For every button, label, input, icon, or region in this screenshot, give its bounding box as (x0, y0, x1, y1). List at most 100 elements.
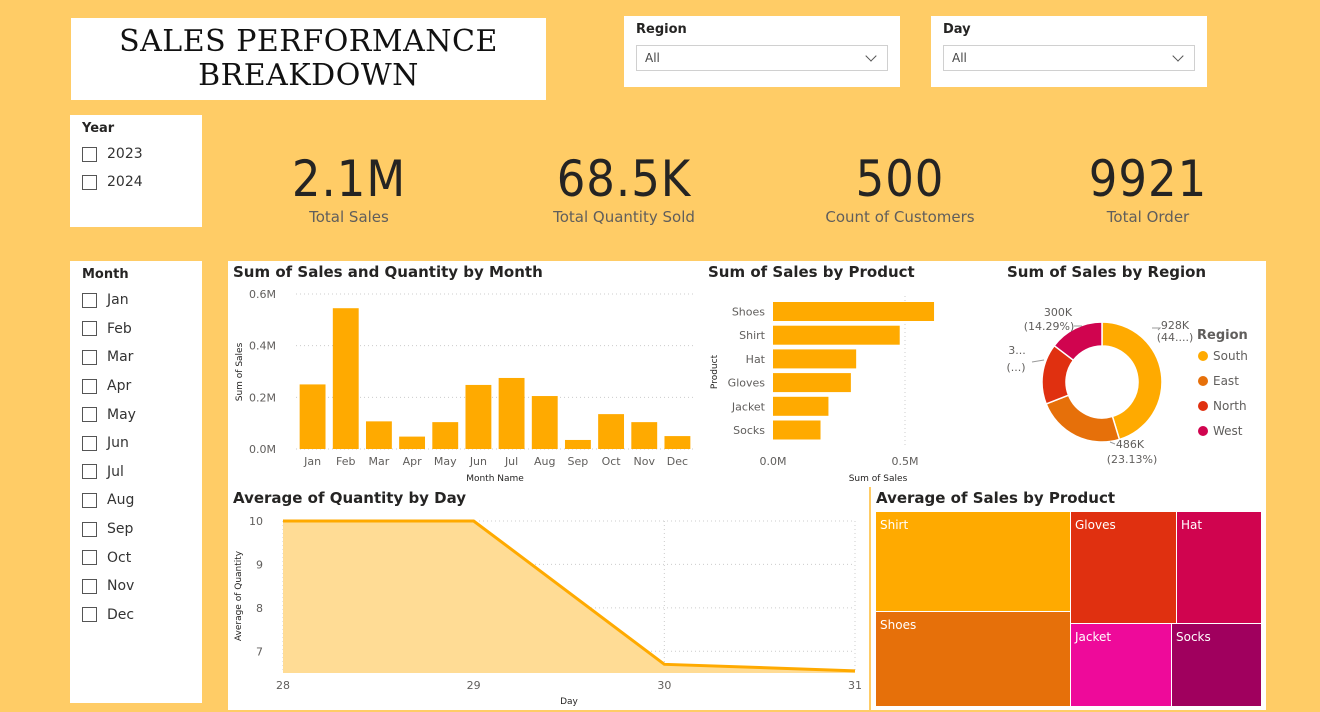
bar-shoes (773, 302, 935, 321)
region-dropdown-value: All (645, 51, 660, 65)
month-chart-title: Sum of Sales and Quantity by Month (233, 263, 543, 281)
checkbox[interactable] (82, 349, 97, 365)
x-tick-label: Dec (667, 455, 688, 468)
kpi-value: 68.5K (556, 150, 692, 208)
kpi-total-order: 9921 Total Order (1073, 148, 1223, 226)
checkbox[interactable] (82, 435, 97, 451)
y-tick-label: 8 (256, 602, 263, 615)
checkbox[interactable] (82, 492, 97, 508)
month-option-jan[interactable]: Jan (82, 286, 190, 315)
bar-jun (465, 384, 492, 449)
y-tick-label: Gloves (728, 377, 766, 390)
checkbox[interactable] (82, 321, 97, 337)
month-option-may[interactable]: May (82, 400, 190, 429)
region-chart-title: Sum of Sales by Region (1007, 263, 1207, 281)
y-tick-label: 0.0M (249, 443, 276, 456)
x-tick-label: Mar (369, 455, 390, 468)
x-tick-label: Oct (602, 455, 622, 468)
bar-oct (598, 414, 625, 449)
y-axis-label: Product (710, 354, 720, 389)
donut-data-label: (23.13%) (1107, 453, 1158, 466)
checkbox[interactable] (82, 578, 97, 594)
bar-nov (631, 422, 658, 449)
product-chart-title: Sum of Sales by Product (708, 263, 915, 281)
legend-marker-west (1198, 426, 1208, 436)
month-option-mar[interactable]: Mar (82, 343, 190, 372)
region-slicer-label: Region (636, 22, 687, 37)
x-tick-label: Jan (303, 455, 321, 468)
chevron-down-icon (865, 50, 877, 62)
donut-slice-east (1045, 394, 1121, 443)
y-tick-label: Shirt (739, 329, 766, 342)
treemap-label-jacket: Jacket (1074, 630, 1111, 644)
region-dropdown[interactable]: All (636, 45, 888, 71)
y-tick-label: 0.4M (249, 340, 276, 353)
kpi-caption: Total Sales (309, 208, 389, 226)
bar-feb (332, 308, 359, 449)
dashboard-title: SALES PERFORMANCE BREAKDOWN (119, 24, 498, 93)
region-slicer: Region All (624, 16, 900, 87)
month-option-feb[interactable]: Feb (82, 315, 190, 344)
checkbox[interactable] (82, 146, 97, 162)
x-tick-label: 0.5M (892, 455, 919, 468)
checkbox[interactable] (82, 550, 97, 566)
month-option-jun[interactable]: Jun (82, 429, 190, 458)
x-axis-label: Month Name (466, 474, 524, 484)
x-axis-label: Sum of Sales (849, 474, 908, 484)
kpi-customer-count: 500 Count of Customers (820, 148, 980, 226)
treemap-label-socks: Socks (1176, 630, 1211, 644)
checkbox[interactable] (82, 407, 97, 423)
bar-socks (773, 420, 821, 440)
legend-marker-south (1198, 351, 1208, 361)
year-option-2024[interactable]: 2024 (82, 168, 190, 196)
x-tick-label: 0.0M (760, 455, 787, 468)
x-axis-label: Day (560, 697, 578, 707)
y-axis-label: Sum of Sales (235, 342, 245, 401)
x-tick-label: Apr (403, 455, 423, 468)
bar-aug (531, 396, 558, 449)
month-option-apr[interactable]: Apr (82, 372, 190, 401)
checkbox[interactable] (82, 607, 97, 623)
bar-jul (498, 377, 525, 449)
kpi-value: 2.1M (291, 150, 407, 208)
y-tick-label: Shoes (732, 306, 765, 319)
y-tick-label: 7 (256, 645, 263, 658)
bar-apr (399, 436, 426, 449)
year-option-2023[interactable]: 2023 (82, 140, 190, 168)
checkbox[interactable] (82, 292, 97, 308)
month-option-jul[interactable]: Jul (82, 458, 190, 487)
bar-gloves (773, 373, 851, 393)
legend-marker-north (1198, 401, 1208, 411)
donut-data-label: (14.29%) (1024, 320, 1075, 333)
checkbox[interactable] (82, 378, 97, 394)
donut-data-label: (44....) (1157, 331, 1194, 344)
month-option-oct[interactable]: Oct (82, 543, 190, 572)
bar-jacket (773, 396, 829, 416)
month-option-nov[interactable]: Nov (82, 572, 190, 601)
day-dropdown[interactable]: All (943, 45, 1195, 71)
y-tick-label: 9 (256, 558, 263, 571)
checkbox[interactable] (82, 521, 97, 537)
day-chart-title: Average of Quantity by Day (233, 489, 467, 507)
x-tick-label: Jul (504, 455, 518, 468)
x-tick-label: May (434, 455, 457, 468)
donut-data-label: 486K (1116, 438, 1145, 451)
checkbox[interactable] (82, 174, 97, 190)
chevron-down-icon (1172, 50, 1184, 62)
year-slicer: Year 2023 2024 (70, 115, 202, 227)
month-option-sep[interactable]: Sep (82, 515, 190, 544)
x-tick-label: 30 (657, 679, 671, 692)
bar-sep (564, 439, 591, 449)
product-bar-chart: Shoes Shirt Hat Gloves Jacket Socks 0.0M 0.5M Su… (710, 296, 935, 484)
month-option-aug[interactable]: Aug (82, 486, 190, 515)
checkbox[interactable] (82, 464, 97, 480)
year-slicer-label: Year (82, 121, 115, 136)
legend-label-east: East (1213, 374, 1239, 388)
kpi-caption: Total Order (1106, 208, 1190, 226)
kpi-value: 500 (855, 150, 945, 208)
month-slicer: Month Jan Feb Mar Apr May Jun Jul Aug Se… (70, 261, 202, 703)
bar-mar (365, 421, 392, 449)
x-tick-label: Jun (469, 455, 487, 468)
bar-hat (773, 349, 857, 369)
month-option-dec[interactable]: Dec (82, 601, 190, 630)
